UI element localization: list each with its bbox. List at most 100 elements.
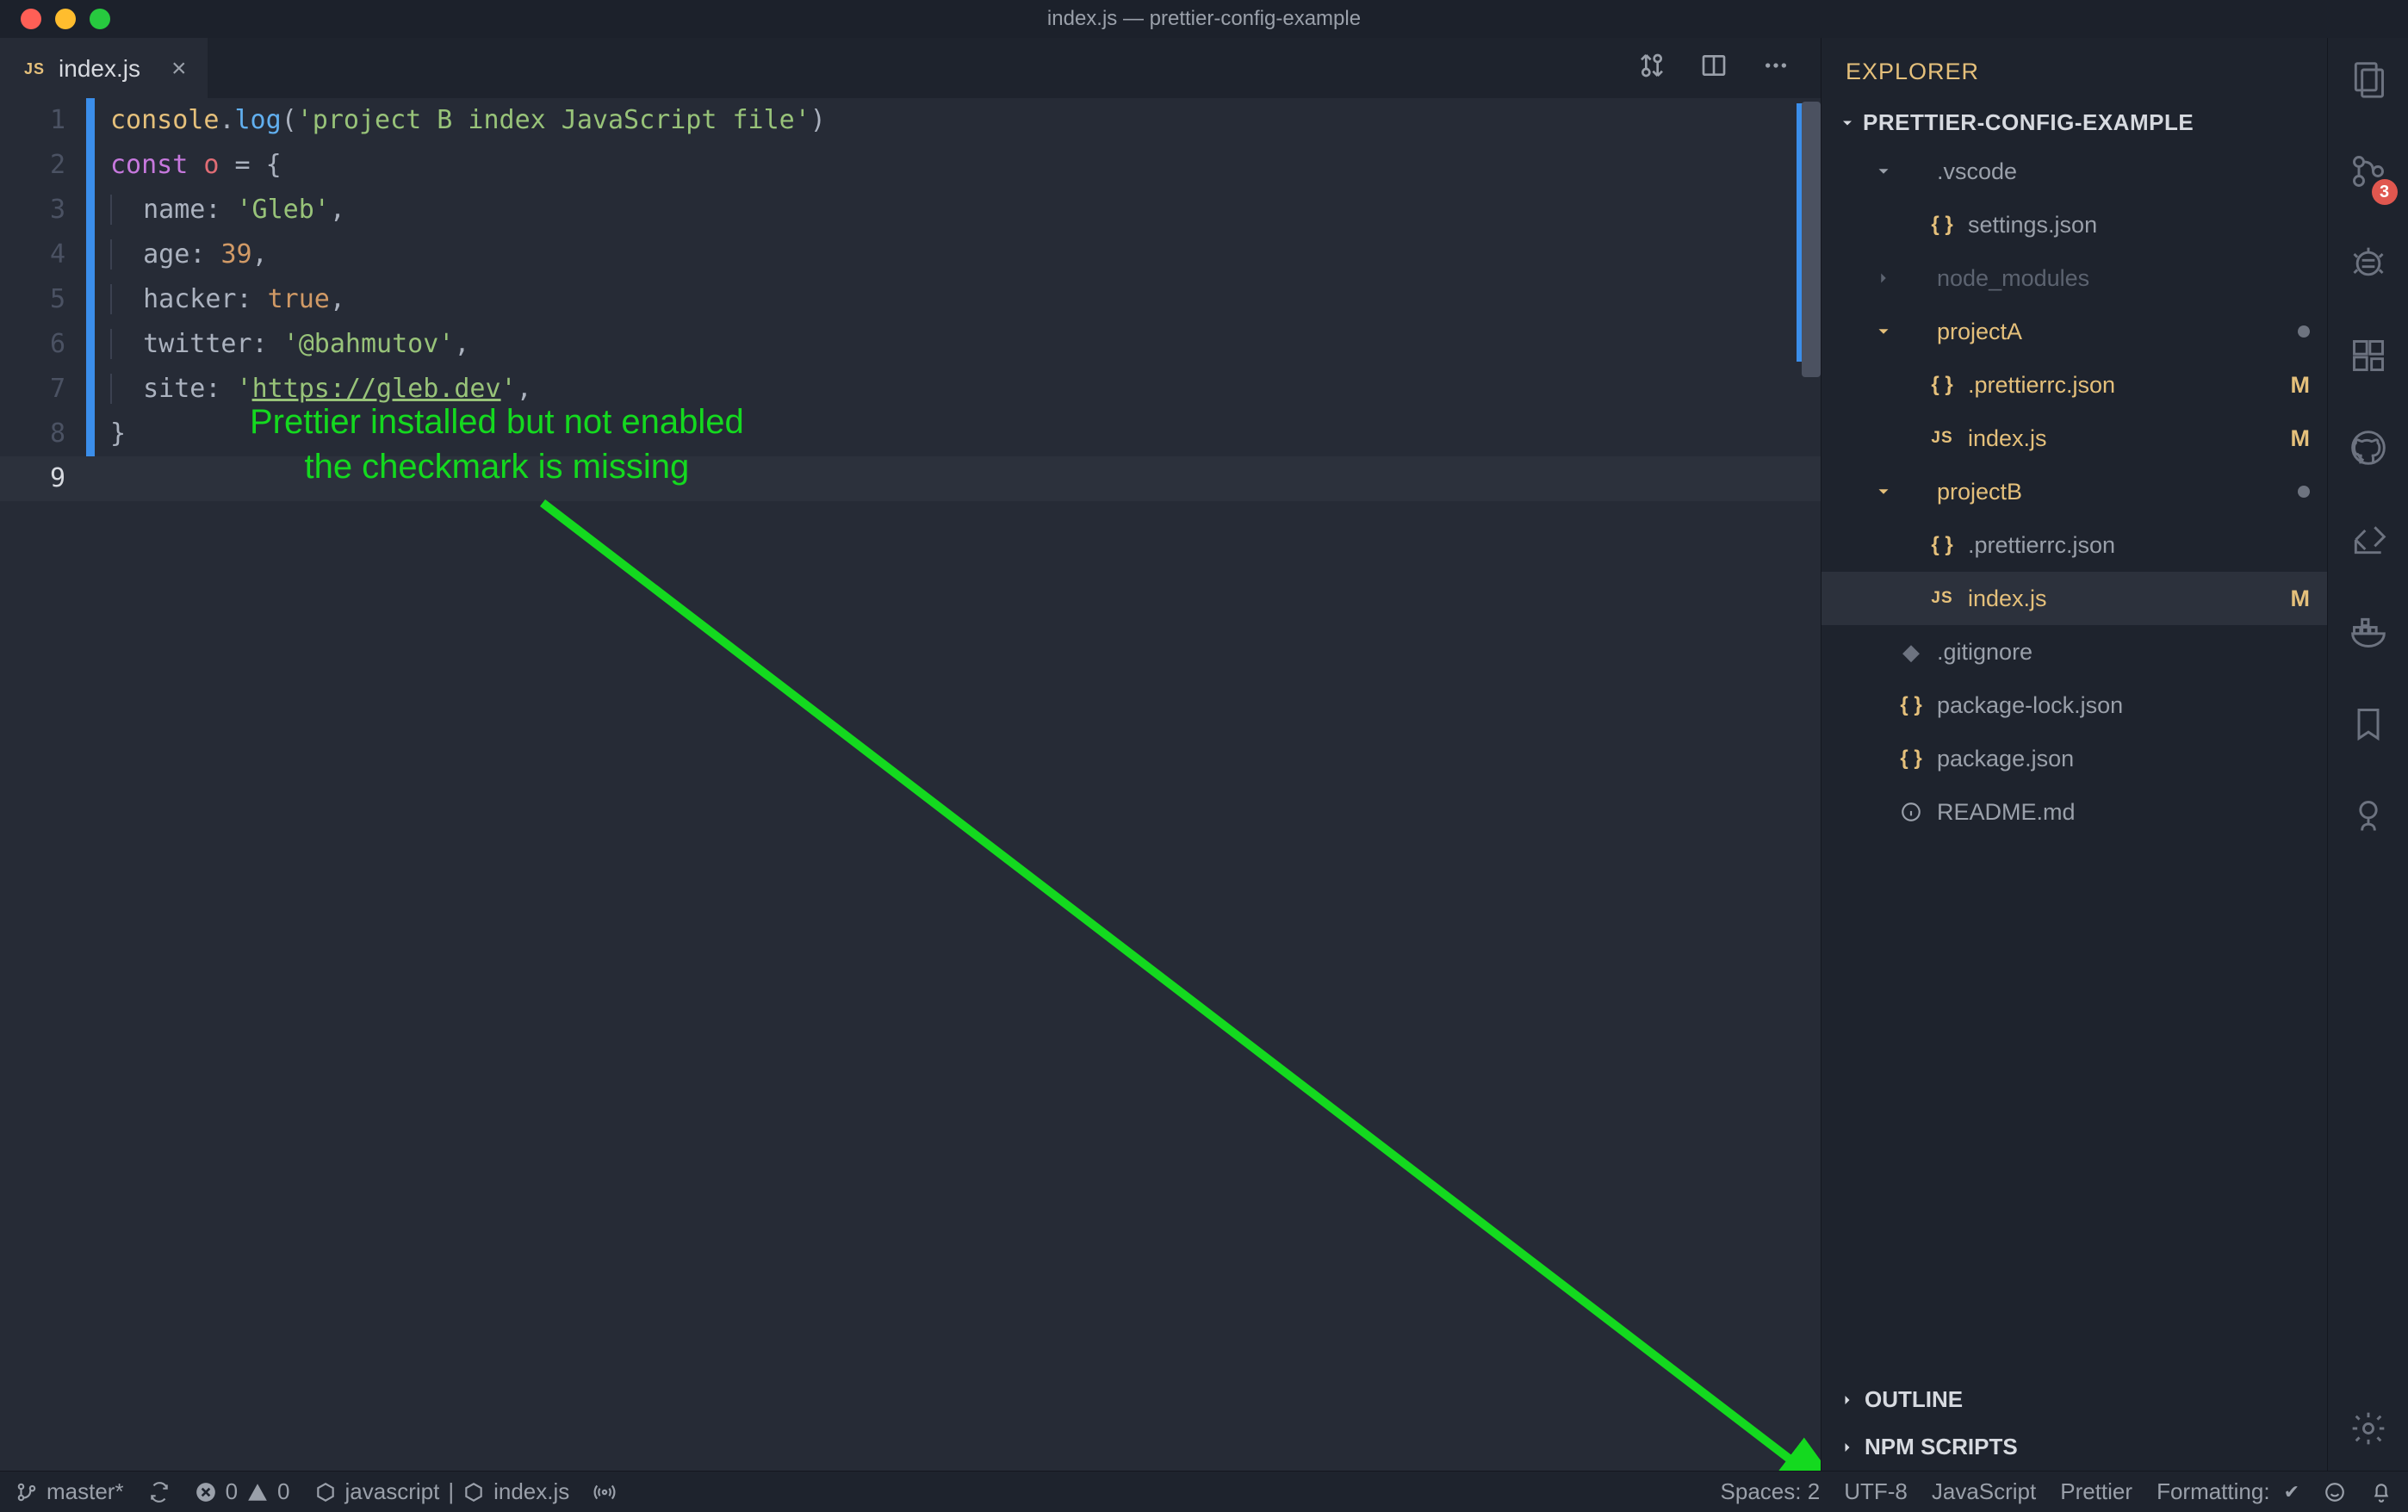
code-content: }: [95, 412, 126, 456]
tree-item-label: settings.json: [1968, 212, 2097, 239]
line-number: 9: [0, 456, 86, 501]
line-number: 5: [0, 277, 86, 322]
code-editor[interactable]: 1console.log('project B index JavaScript…: [0, 98, 1821, 1471]
chevron-right-icon: [1839, 1391, 1856, 1409]
tree-item-label: .gitignore: [1937, 639, 2033, 666]
code-line[interactable]: 7 site: 'https://gleb.dev',: [0, 367, 1821, 412]
minimize-window-button[interactable]: [55, 9, 76, 29]
tree-item-label: index.js: [1968, 586, 2047, 612]
tree-file[interactable]: { }.prettierrc.json: [1822, 518, 2327, 572]
tree-file[interactable]: JSindex.jsM: [1822, 572, 2327, 625]
tree-file[interactable]: JSindex.jsM: [1822, 412, 2327, 465]
code-line[interactable]: 5 hacker: true,: [0, 277, 1821, 322]
code-line[interactable]: 8}: [0, 412, 1821, 456]
activity-bar: 3: [2327, 38, 2408, 1471]
more-actions-icon[interactable]: [1762, 52, 1790, 85]
git-branch-status[interactable]: master*: [16, 1478, 124, 1505]
live-share-status[interactable]: [593, 1481, 616, 1503]
tree-item-label: .prettierrc.json: [1968, 372, 2115, 399]
tree-item-label: projectB: [1937, 479, 2022, 505]
tab-index-js[interactable]: JS index.js ×: [0, 38, 208, 98]
share-activity-icon[interactable]: [2349, 521, 2387, 565]
eslint-icon: [462, 1481, 485, 1503]
scroll-thumb[interactable]: [1802, 102, 1821, 377]
gutter-change-marker: [86, 98, 95, 143]
formatting-status[interactable]: Formatting:: [2157, 1478, 2299, 1505]
explorer-root-header[interactable]: PRETTIER-CONFIG-EXAMPLE: [1822, 101, 2327, 145]
file-tree[interactable]: .vscode{ }settings.jsonnode_modulesproje…: [1822, 145, 2327, 1376]
code-line[interactable]: 9: [0, 456, 1821, 501]
code-content: console.log('project B index JavaScript …: [95, 98, 826, 143]
scm-badge: 3: [2372, 179, 2398, 205]
gutter-change-marker: [86, 277, 95, 322]
eslint-status[interactable]: javascript | index.js: [314, 1478, 570, 1505]
source-control-activity-icon[interactable]: 3: [2349, 152, 2387, 196]
chevron-down-icon: [1871, 482, 1896, 501]
npm-scripts-section-header[interactable]: NPM SCRIPTS: [1822, 1423, 2327, 1471]
code-line[interactable]: 2const o = {: [0, 143, 1821, 188]
tree-folder[interactable]: projectA: [1822, 305, 2327, 358]
notifications-icon[interactable]: [2370, 1481, 2392, 1503]
tree-folder[interactable]: .vscode: [1822, 145, 2327, 198]
tree-item-label: .vscode: [1937, 158, 2017, 185]
chevron-right-icon: [1839, 1439, 1856, 1456]
status-bar: master* 0 0 javascript | index.js Spaces…: [0, 1471, 2408, 1512]
gitignore-file-icon: ◆: [1896, 639, 1927, 666]
tree-file[interactable]: { }package.json: [1822, 732, 2327, 785]
debug-activity-icon[interactable]: [2349, 245, 2387, 288]
eslint-file: index.js: [493, 1478, 569, 1505]
eslint-icon: [314, 1481, 337, 1503]
tabstrip-actions: [1638, 38, 1821, 98]
settings-gear-icon[interactable]: [2349, 1410, 2387, 1453]
bookmark-activity-icon[interactable]: [2349, 705, 2387, 749]
compare-changes-icon[interactable]: [1638, 52, 1666, 85]
github-activity-icon[interactable]: [2349, 429, 2387, 473]
language-mode-status[interactable]: JavaScript: [1932, 1478, 2036, 1505]
prettier-status[interactable]: Prettier: [2060, 1478, 2132, 1505]
code-content: const o = {: [95, 143, 282, 188]
code-line[interactable]: 6 twitter: '@bahmutov',: [0, 322, 1821, 367]
tree-folder[interactable]: node_modules: [1822, 251, 2327, 305]
line-number: 8: [0, 412, 86, 456]
docker-activity-icon[interactable]: [2349, 613, 2387, 657]
maximize-window-button[interactable]: [90, 9, 110, 29]
gitlens-activity-icon[interactable]: [2349, 797, 2387, 841]
indentation-status[interactable]: Spaces: 2: [1721, 1478, 1821, 1505]
tree-item-label: package-lock.json: [1937, 692, 2123, 719]
code-line[interactable]: 1console.log('project B index JavaScript…: [0, 98, 1821, 143]
code-content: age: 39,: [95, 232, 268, 277]
close-tab-button[interactable]: ×: [171, 54, 187, 84]
problems-status[interactable]: 0 0: [195, 1478, 290, 1505]
broadcast-icon: [593, 1481, 616, 1503]
code-line[interactable]: 3 name: 'Gleb',: [0, 188, 1821, 232]
git-status-badge: M: [2291, 586, 2311, 612]
tree-file[interactable]: { }package-lock.json: [1822, 679, 2327, 732]
body-area: JS index.js × 1console.lo: [0, 38, 2408, 1471]
tree-file[interactable]: README.md: [1822, 785, 2327, 839]
code-line[interactable]: 4 age: 39,: [0, 232, 1821, 277]
git-status-badge: M: [2291, 425, 2311, 452]
tree-item-label: README.md: [1937, 799, 2076, 826]
tabstrip: JS index.js ×: [0, 38, 1821, 98]
split-editor-icon[interactable]: [1700, 52, 1728, 85]
tree-file[interactable]: ◆ .gitignore: [1822, 625, 2327, 679]
tab-label: index.js: [59, 55, 140, 83]
minimap-scrollbar[interactable]: [1797, 98, 1821, 1471]
warning-count: 0: [277, 1478, 289, 1505]
branch-name: master*: [47, 1478, 124, 1505]
gutter-change-marker: [86, 412, 95, 456]
gutter-change-marker: [86, 367, 95, 412]
titlebar: index.js — prettier-config-example: [0, 0, 2408, 38]
extensions-activity-icon[interactable]: [2349, 337, 2387, 381]
close-window-button[interactable]: [21, 9, 41, 29]
tree-file[interactable]: { }.prettierrc.jsonM: [1822, 358, 2327, 412]
tree-file[interactable]: { }settings.json: [1822, 198, 2327, 251]
editor-column: JS index.js × 1console.lo: [0, 38, 1821, 1471]
outline-section-header[interactable]: OUTLINE: [1822, 1376, 2327, 1423]
encoding-status[interactable]: UTF-8: [1844, 1478, 1908, 1505]
files-activity-icon[interactable]: [2349, 60, 2387, 104]
feedback-icon[interactable]: [2324, 1481, 2346, 1503]
line-number: 3: [0, 188, 86, 232]
tree-folder[interactable]: projectB: [1822, 465, 2327, 518]
sync-status[interactable]: [148, 1481, 171, 1503]
